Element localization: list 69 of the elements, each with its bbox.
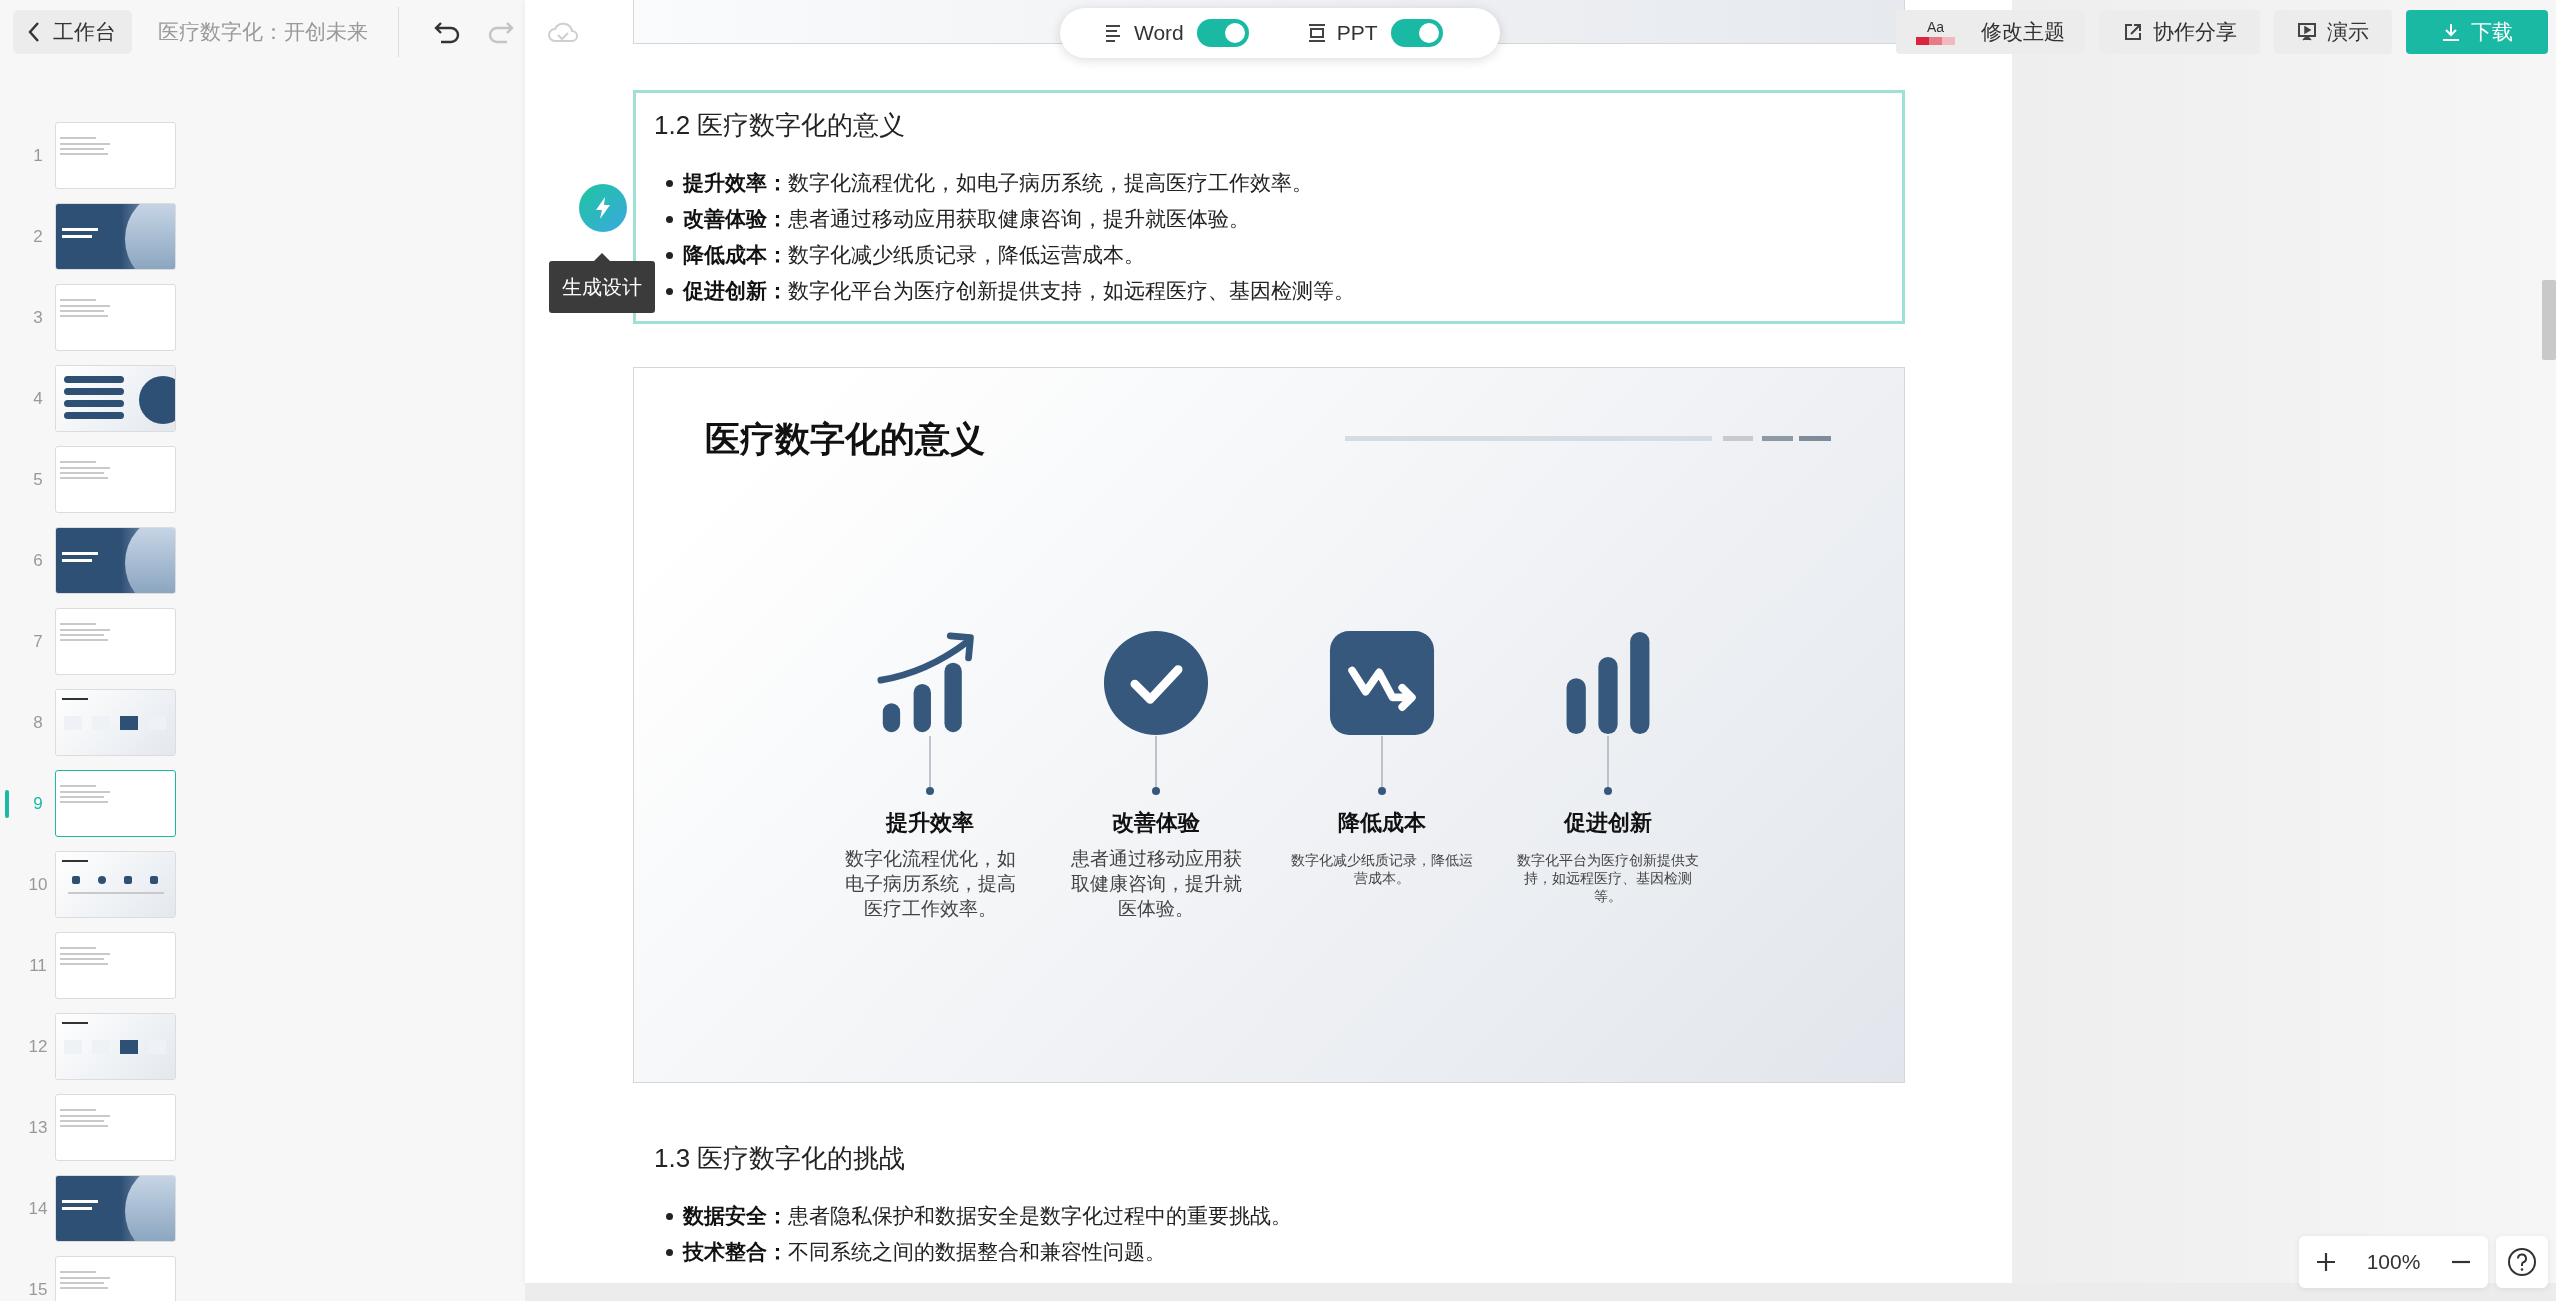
back-button[interactable]: 工作台	[13, 10, 132, 54]
item-heading: 改善体验	[1112, 809, 1200, 837]
leader-line	[1151, 736, 1161, 796]
share-icon	[2122, 22, 2143, 42]
slide-title: 医疗数字化的意义	[705, 417, 985, 461]
slide-number: 8	[32, 713, 44, 732]
slide-number: 13	[27, 1118, 49, 1137]
ai-design-button[interactable]	[579, 184, 627, 232]
item-description: 数字化平台为医疗创新提供支持，如远程医疗、基因检测等。	[1516, 852, 1700, 906]
slide-number: 9	[32, 794, 44, 813]
bullet-text: 技术整合：不同系统之间的数据整合和兼容性问题。	[683, 1239, 1166, 1265]
slide-number: 12	[27, 1037, 49, 1056]
toggle-label: Word	[1134, 21, 1184, 45]
item-heading: 促进创新	[1564, 809, 1652, 837]
lightning-icon	[593, 196, 613, 220]
tooltip: 生成设计	[549, 261, 655, 313]
slide-number: 15	[27, 1280, 49, 1299]
chevron-left-icon	[27, 21, 41, 43]
share-button[interactable]: 协作分享	[2099, 10, 2260, 54]
slide-thumbnail[interactable]	[55, 770, 176, 837]
slide-number: 14	[27, 1199, 49, 1218]
slide-number: 2	[32, 227, 44, 246]
slide-number: 7	[32, 632, 44, 651]
toggle-switch[interactable]	[1196, 19, 1249, 47]
redo-icon[interactable]	[487, 20, 515, 44]
check-circle-icon	[1103, 630, 1209, 736]
bullet-icon	[666, 1212, 673, 1220]
slide-number: 1	[32, 146, 44, 165]
slide-number: 5	[32, 470, 44, 489]
slide-frame-icon	[1306, 23, 1327, 43]
section-heading: 1.3 医疗数字化的挑战	[654, 1142, 907, 1175]
item-description: 患者通过移动应用获取健康咨询，提升就医体验。	[1069, 847, 1243, 921]
item-description: 数字化流程优化，如电子病历系统，提高医疗工作效率。	[843, 847, 1017, 921]
presentation-icon	[2297, 22, 2317, 42]
slide-number: 6	[32, 551, 44, 570]
slide-number: 10	[27, 875, 49, 894]
item-heading: 降低成本	[1338, 809, 1426, 837]
theme-button[interactable]: Aa 修改主题	[1896, 10, 2085, 54]
help-button[interactable]	[2496, 1236, 2548, 1288]
download-icon	[2441, 22, 2461, 42]
scrollbar-thumb[interactable]	[2542, 280, 2556, 360]
item-heading: 提升效率	[886, 809, 974, 837]
bullet-icon	[666, 215, 673, 223]
toggle-switch[interactable]	[1390, 19, 1443, 47]
bullet-text: 降低成本：数字化减少纸质记录，降低运营成本。	[683, 242, 1145, 268]
document-title: 医疗数字化：开创未来	[158, 19, 368, 45]
leader-line	[925, 736, 935, 796]
present-button[interactable]: 演示	[2274, 10, 2392, 54]
bullet-text: 提升效率：数字化流程优化，如电子病历系统，提高医疗工作效率。	[683, 170, 1313, 196]
zoom-level: 100%	[2366, 1250, 2421, 1274]
bullet-icon	[666, 287, 673, 295]
section-heading: 1.2 医疗数字化的意义	[654, 109, 907, 142]
bullet-icon	[666, 179, 673, 187]
item-description: 数字化减少纸质记录，降低运营成本。	[1290, 852, 1474, 888]
leader-line	[1603, 736, 1613, 796]
bullet-text: 促进创新：数字化平台为医疗创新提供支持，如远程医疗、基因检测等。	[683, 278, 1355, 304]
zoom-in-icon[interactable]	[2315, 1251, 2337, 1273]
slide-number: 3	[32, 308, 44, 327]
leader-line	[1377, 736, 1387, 796]
bullet-text: 改善体验：患者通过移动应用获取健康咨询，提升就医体验。	[683, 206, 1250, 232]
help-icon	[2507, 1247, 2537, 1277]
toggle-label: PPT	[1336, 21, 1378, 45]
undo-icon[interactable]	[433, 20, 461, 44]
slide-number: 11	[28, 956, 48, 975]
bullet-icon	[666, 1248, 673, 1256]
selection-marker	[5, 789, 9, 818]
bullet-text: 数据安全：患者隐私保护和数据安全是数字化过程中的重要挑战。	[683, 1203, 1292, 1229]
slide-number: 4	[32, 389, 44, 408]
bullet-icon	[666, 251, 673, 259]
